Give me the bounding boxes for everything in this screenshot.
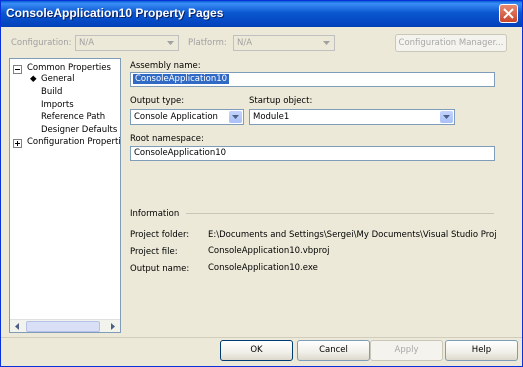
scroll-left-icon[interactable]	[11, 321, 24, 332]
cancel-button[interactable]: Cancel	[297, 340, 370, 361]
button-separator	[1, 337, 522, 338]
output-name-value: ConsoleApplication10.exe	[208, 263, 318, 273]
assembly-name-label: Assembly name:	[130, 61, 201, 71]
root-namespace-input[interactable]: ConsoleApplication10	[130, 146, 495, 161]
information-section-label: Information	[130, 209, 180, 219]
chevron-down-icon	[232, 115, 239, 119]
chevron-down-icon	[323, 41, 330, 45]
project-file-value: ConsoleApplication10.vbproj	[208, 246, 330, 256]
chevron-down-icon	[167, 41, 174, 45]
chevron-down-icon	[443, 115, 450, 119]
horizontal-scrollbar[interactable]	[10, 319, 120, 332]
output-type-dropdown-button[interactable]	[229, 111, 242, 123]
tree-item-reference-path[interactable]: Reference Path	[41, 112, 105, 122]
tree-item-designer-defaults[interactable]: Designer Defaults	[41, 125, 117, 135]
collapse-icon[interactable]	[13, 65, 22, 74]
close-button[interactable]	[499, 4, 518, 23]
configuration-manager-button[interactable]: Configuration Manager...	[395, 34, 507, 52]
property-pages-dialog: ConsoleApplication10 Property Pages Conf…	[0, 0, 523, 367]
output-name-label: Output name:	[130, 264, 190, 274]
help-button[interactable]: Help	[445, 340, 518, 361]
category-tree[interactable]: Common Properties ◆ General Build Import…	[9, 58, 121, 333]
tree-item-configuration-properties[interactable]: Configuration Properties	[27, 137, 120, 147]
tree-item-build[interactable]: Build	[41, 87, 62, 97]
platform-select[interactable]: N/A	[233, 35, 335, 51]
tree-item-imports[interactable]: Imports	[41, 100, 74, 110]
tree-item-general[interactable]: General	[41, 74, 75, 84]
selected-marker-icon: ◆	[30, 74, 37, 84]
close-icon	[503, 8, 514, 19]
root-namespace-value: ConsoleApplication10	[134, 148, 227, 158]
platform-value: N/A	[237, 38, 253, 48]
startup-object-label: Startup object:	[249, 96, 313, 106]
project-file-label: Project file:	[130, 247, 178, 257]
assembly-name-value: ConsoleApplication10	[133, 74, 230, 84]
output-type-label: Output type:	[130, 96, 185, 106]
scroll-right-icon[interactable]	[106, 321, 119, 332]
startup-object-value: Module1	[253, 112, 290, 122]
output-type-value: Console Application	[134, 112, 218, 122]
window-title: ConsoleApplication10 Property Pages	[6, 6, 224, 20]
title-bar[interactable]: ConsoleApplication10 Property Pages	[1, 1, 522, 27]
configuration-label: Configuration:	[11, 38, 72, 48]
apply-button[interactable]: Apply	[370, 340, 443, 361]
startup-object-dropdown-button[interactable]	[440, 111, 453, 123]
root-namespace-label: Root namespace:	[130, 134, 204, 144]
startup-object-select[interactable]: Module1	[249, 109, 455, 125]
expand-icon[interactable]	[13, 139, 22, 148]
project-folder-label: Project folder:	[130, 230, 190, 240]
scrollbar-thumb[interactable]	[26, 321, 100, 332]
project-folder-value: E:\Documents and Settings\Sergei\My Docu…	[208, 230, 497, 240]
assembly-name-input[interactable]: ConsoleApplication10	[130, 72, 495, 87]
information-divider	[186, 213, 494, 214]
platform-label: Platform:	[188, 38, 227, 48]
output-type-select[interactable]: Console Application	[130, 109, 244, 125]
configuration-value: N/A	[79, 38, 95, 48]
ok-button[interactable]: OK	[220, 340, 293, 361]
tree-item-common-properties[interactable]: Common Properties	[27, 63, 111, 73]
configuration-select[interactable]: N/A	[75, 35, 179, 51]
